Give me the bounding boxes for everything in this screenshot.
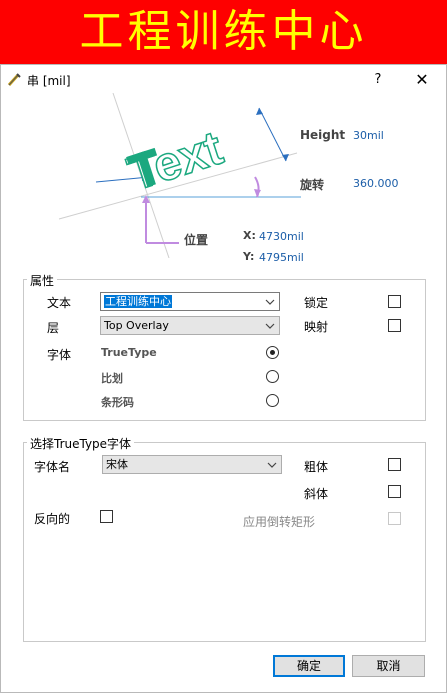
height-value[interactable]: 30mil — [353, 129, 384, 142]
banner-text: 工程训练中心 — [79, 6, 368, 57]
locked-label: 锁定 — [304, 296, 329, 310]
font-name-value: 宋体 — [106, 458, 128, 471]
mirror-label: 映射 — [304, 320, 329, 334]
locked-checkbox[interactable] — [388, 295, 401, 308]
x-value[interactable]: 4730mil — [259, 230, 304, 243]
use-inverted-rect-label: 应用倒转矩形 — [243, 515, 316, 529]
chevron-down-icon — [265, 323, 275, 329]
properties-group-title: 属性 — [27, 272, 58, 289]
x-label: X: — [243, 229, 256, 242]
rotation-label: 旋转 — [300, 178, 325, 192]
italic-label: 斜体 — [304, 487, 329, 501]
layer-combo[interactable]: Top Overlay — [100, 316, 280, 335]
layer-value: Top Overlay — [104, 319, 169, 332]
italic-checkbox[interactable] — [388, 485, 401, 498]
window-title: 串 [mil] — [27, 74, 71, 88]
y-label: Y: — [243, 250, 255, 263]
font-option-barcode-radio[interactable] — [266, 394, 279, 407]
chevron-down-icon — [267, 462, 277, 468]
font-option-stroke-label: 比划 — [101, 372, 123, 385]
bold-label: 粗体 — [304, 460, 329, 474]
font-name-label: 字体名 — [34, 460, 71, 474]
font-name-combo[interactable]: 宋体 — [102, 455, 282, 474]
help-button[interactable]: ? — [365, 67, 391, 93]
title-bar: 串 [mil] ? ✕ — [1, 65, 446, 95]
text-tool-icon — [7, 73, 21, 87]
rotation-value[interactable]: 360.000 — [353, 177, 399, 190]
truetype-group-title: 选择TrueType字体 — [27, 435, 135, 452]
font-label: 字体 — [47, 348, 72, 362]
layer-label: 层 — [47, 321, 60, 335]
inverted-checkbox[interactable] — [100, 510, 113, 523]
text-label: 文本 — [47, 296, 72, 310]
dialog-window: 串 [mil] ? ✕ Text Height 30mil 旋转 360.000… — [0, 64, 447, 693]
ok-button[interactable]: 确定 — [273, 655, 345, 677]
y-value[interactable]: 4795mil — [259, 251, 304, 264]
font-option-truetype-label: TrueType — [101, 346, 157, 359]
use-inverted-rect-checkbox[interactable] — [388, 512, 401, 525]
banner: 工程训练中心 — [0, 0, 447, 64]
font-option-stroke-radio[interactable] — [266, 370, 279, 383]
mirror-checkbox[interactable] — [388, 319, 401, 332]
cancel-button[interactable]: 取消 — [352, 655, 425, 677]
inverted-label: 反向的 — [34, 512, 71, 526]
height-label: Height — [300, 128, 346, 142]
position-label: 位置 — [184, 233, 209, 247]
font-option-truetype-radio[interactable] — [266, 346, 279, 359]
close-button[interactable]: ✕ — [407, 67, 437, 93]
text-combo[interactable]: 工程训练中心 — [100, 292, 280, 311]
font-option-barcode-label: 条形码 — [101, 396, 134, 409]
text-value: 工程训练中心 — [104, 295, 172, 308]
chevron-down-icon — [265, 299, 275, 305]
bold-checkbox[interactable] — [388, 458, 401, 471]
